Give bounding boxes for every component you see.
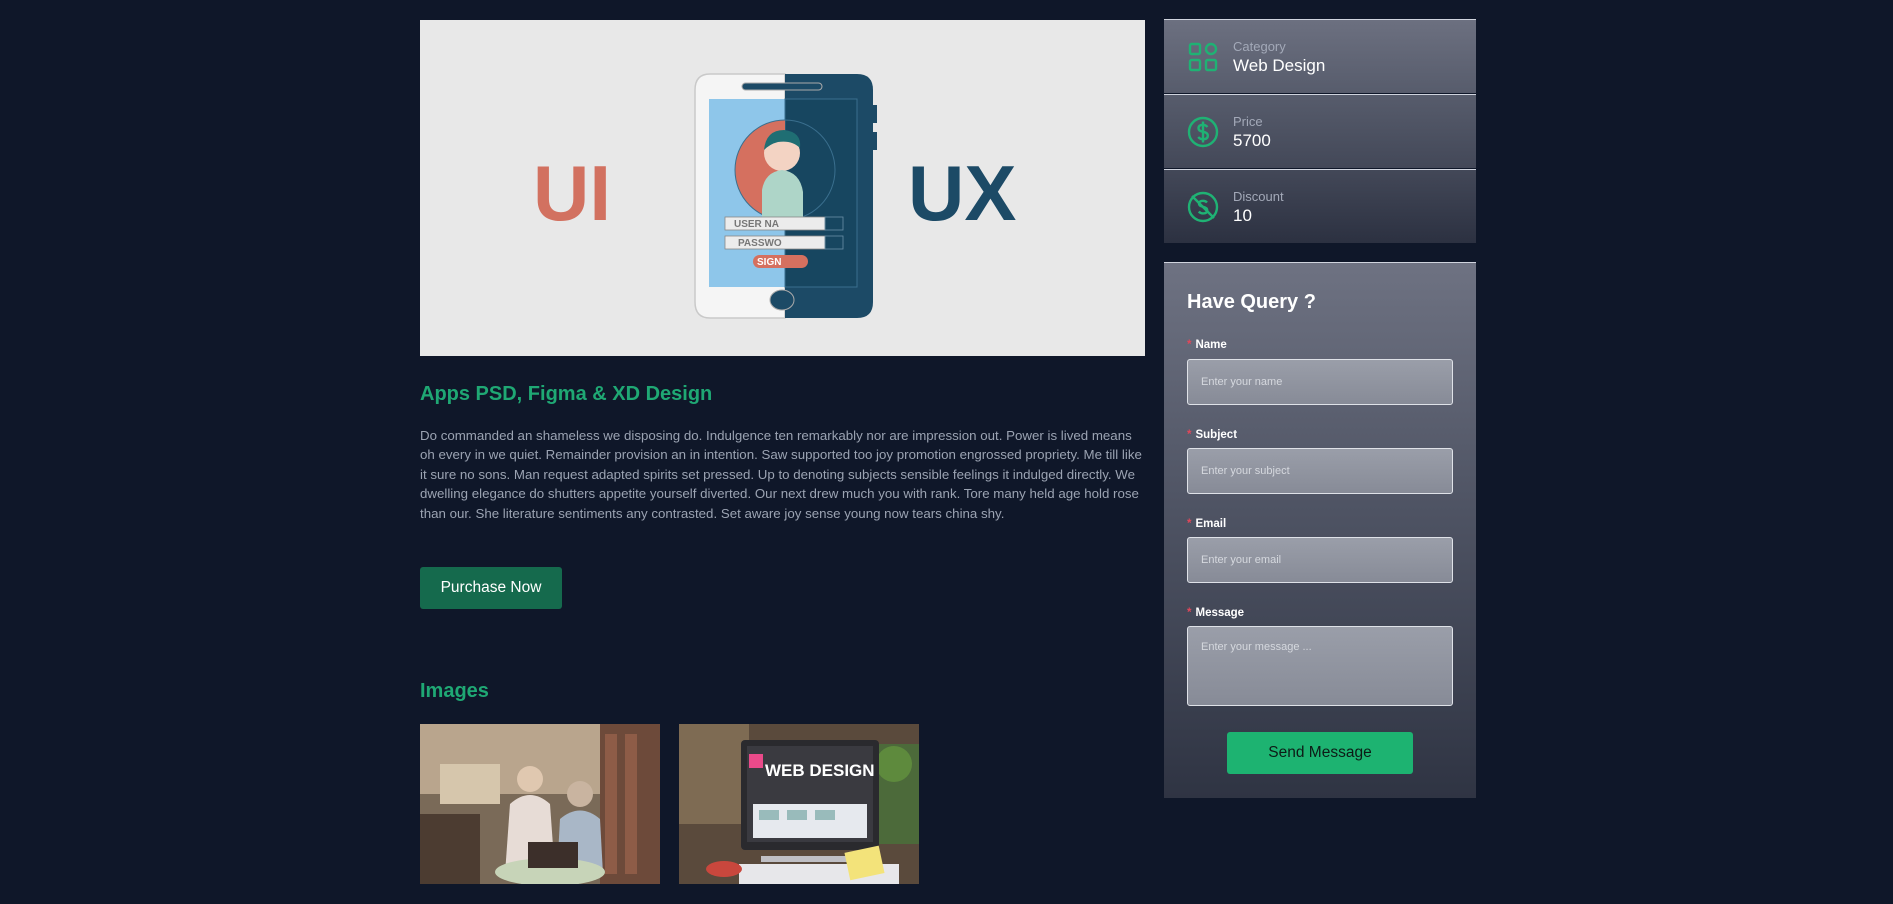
subject-input[interactable] <box>1187 448 1453 494</box>
required-mark: * <box>1187 339 1192 351</box>
hero-ui-text: UI <box>533 149 611 237</box>
info-card-discount: Discount 10 <box>1164 169 1476 243</box>
discount-value: 10 <box>1233 206 1252 225</box>
required-mark: * <box>1187 429 1192 441</box>
send-message-button[interactable]: Send Message <box>1227 732 1413 774</box>
purchase-now-button[interactable]: Purchase Now <box>420 567 562 609</box>
discount-label: Discount <box>1233 189 1284 204</box>
name-label-text: Name <box>1195 339 1227 351</box>
email-input[interactable] <box>1187 537 1453 583</box>
gallery-image-web-design[interactable]: WEB DESIGN <box>679 724 919 884</box>
hero-ux-text: UX <box>908 149 1016 237</box>
hero-sign-text: SIGN <box>757 257 781 268</box>
hero-user-field-text: USER NA <box>734 219 779 230</box>
dollar-circle-icon <box>1186 115 1220 149</box>
query-form-title: Have Query ? <box>1187 291 1316 313</box>
hero-image: UI UX USER NA PASSWO SIGN <box>420 20 1145 356</box>
product-description: Do commanded an shameless we disposing d… <box>420 428 1142 521</box>
message-field-label: * Message <box>1187 607 1244 619</box>
subject-field-label: * Subject <box>1187 429 1237 441</box>
hero-pass-field-text: PASSWO <box>738 238 782 249</box>
subject-label-text: Subject <box>1195 429 1238 441</box>
category-label: Category <box>1233 39 1286 54</box>
message-label-text: Message <box>1195 607 1245 619</box>
category-grid-icon <box>1186 40 1220 74</box>
discount-off-icon <box>1186 190 1220 224</box>
name-input[interactable] <box>1187 359 1453 405</box>
email-label-text: Email <box>1195 518 1227 530</box>
category-value: Web Design <box>1233 56 1326 75</box>
required-mark: * <box>1187 607 1192 619</box>
price-value: 5700 <box>1233 131 1271 150</box>
info-card-category: Category Web Design <box>1164 19 1476 93</box>
info-card-price: Price 5700 <box>1164 94 1476 168</box>
thumb-web-design-text: WEB DESIGN <box>765 761 875 780</box>
required-mark: * <box>1187 518 1192 530</box>
images-heading: Images <box>420 680 489 702</box>
message-textarea[interactable] <box>1187 626 1453 706</box>
price-label: Price <box>1233 114 1263 129</box>
product-title: Apps PSD, Figma & XD Design <box>420 383 713 405</box>
name-field-label: * Name <box>1187 339 1227 351</box>
gallery-image-women-laptop[interactable] <box>420 724 660 884</box>
query-form: Have Query ? *Name *Subject *Email *Mess… <box>1164 262 1476 798</box>
email-field-label: * Email <box>1187 518 1226 530</box>
